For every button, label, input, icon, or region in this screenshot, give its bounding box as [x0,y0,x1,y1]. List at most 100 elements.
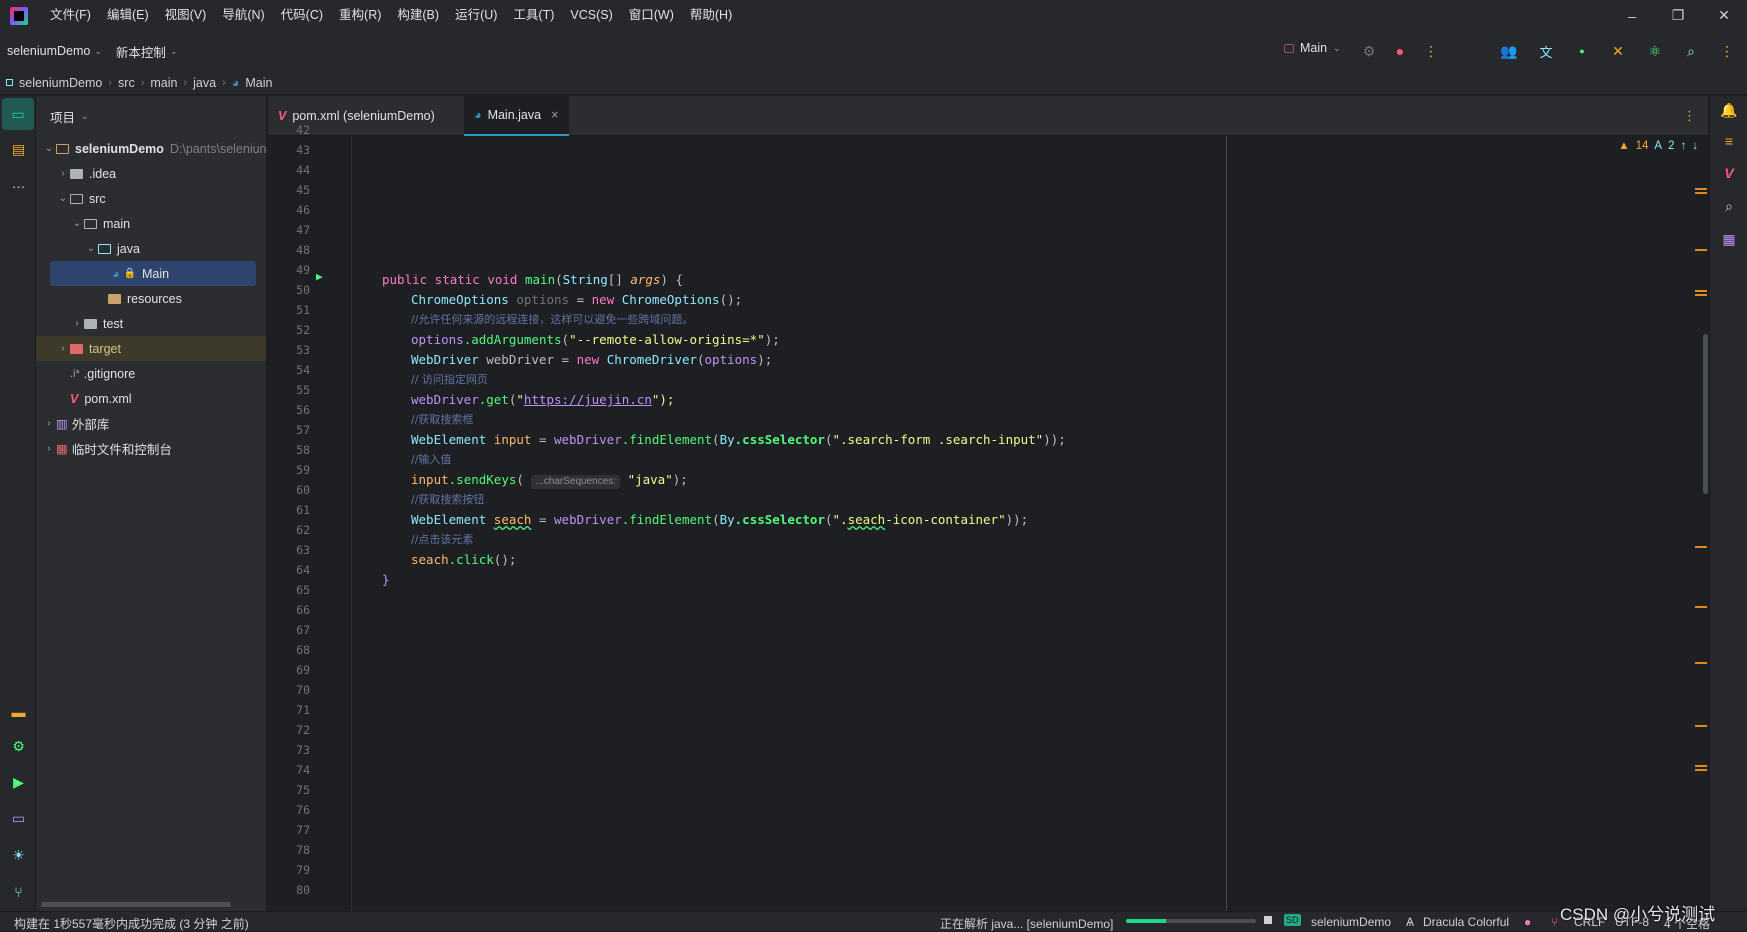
more-tools-icon[interactable]: … [9,173,28,192]
menu-navigate[interactable]: 导航(N) [214,0,272,31]
menu-view[interactable]: 视图(V) [157,0,215,31]
tree-item-idea[interactable]: › .idea [36,161,266,186]
project-tool-icon[interactable]: ▭ [2,98,34,130]
tab-main-java[interactable]: ◕ Main.java × [464,96,569,136]
tree-item-scratches[interactable]: › ▦ 临时文件和控制台 [36,436,266,461]
project-icon [6,79,13,86]
menu-help[interactable]: 帮助(H) [682,0,740,31]
more-tabs-icon[interactable]: ⋮ [1683,108,1696,124]
menu-code[interactable]: 代码(C) [273,0,331,31]
run-tool-icon[interactable]: ▶ [9,773,28,792]
bookmarks-icon[interactable]: ▬ [9,702,28,721]
notifications-icon[interactable]: 🔔 [1720,101,1738,119]
line-number: 49 [296,263,310,277]
build-status[interactable]: 构建在 1秒557毫秒内成功完成 (3 分钟 之前) [14,915,249,932]
project-selector[interactable]: seleniumDemo ⌄ [7,44,102,58]
maven-tool-icon[interactable]: V [1720,164,1738,182]
search-icon[interactable]: ⌕ [1682,42,1700,60]
warning-marker[interactable] [1695,192,1707,194]
warning-marker[interactable] [1695,765,1707,767]
structure-tool-icon[interactable]: ▤ [9,140,28,159]
variable: options [411,332,464,347]
menu-run[interactable]: 运行(U) [447,0,505,31]
line-number: 59 [296,463,310,477]
restore-icon[interactable]: ❐ [1655,0,1701,31]
problems-icon[interactable]: ☀ [9,846,28,865]
type-name: WebElement [411,512,487,527]
terminal-icon[interactable]: ▭ [9,809,28,828]
tree-item-test[interactable]: › test [36,311,266,336]
project-name[interactable]: seleniumDemo [1311,915,1391,929]
status-dot-icon[interactable]: ● [1573,42,1591,60]
cancel-icon[interactable] [1264,916,1272,924]
url-link[interactable]: https://juejin.cn [524,392,652,407]
code-line-50: ChromeOptions options = new ChromeOption… [411,290,742,310]
line-number: 42 [296,123,310,137]
tree-item-target[interactable]: › target [36,336,266,361]
tree-item-project-root[interactable]: ⌄ seleniumDemo D:\pants\seleniun [36,136,266,161]
inspect-icon[interactable]: ⌕ [1720,197,1738,215]
vcs-selector[interactable]: 新本控制 ⌄ [116,42,178,61]
menu-window[interactable]: 窗口(W) [621,0,682,31]
folder-icon [70,168,83,179]
project-panel-header[interactable]: 项目 ⌄ [36,96,266,136]
menu-build[interactable]: 构建(B) [389,0,447,31]
warning-marker[interactable] [1695,188,1707,190]
breadcrumb-item[interactable]: Main [245,76,272,90]
warning-marker[interactable] [1695,662,1707,664]
minimize-icon[interactable]: – [1609,0,1655,31]
horizontal-scrollbar[interactable] [41,902,231,907]
services-icon[interactable]: ⚙ [9,737,28,756]
atom-icon[interactable]: ⚛ [1646,42,1664,60]
warning-marker[interactable] [1695,294,1707,296]
project-selector-label: seleniumDemo [7,44,91,58]
menu-bar: 文件(F) 编辑(E) 视图(V) 导航(N) 代码(C) 重构(R) 构建(B… [0,0,1747,31]
method-name: .sendKeys [448,472,517,487]
git-branch-icon[interactable]: ⑂ [1551,915,1558,929]
chevron-right-icon: › [108,76,113,89]
theme-name[interactable]: Dracula Colorful [1423,915,1509,929]
warning-marker[interactable] [1695,290,1707,292]
more-actions-icon[interactable]: ⋮ [1422,42,1440,60]
chevron-right-icon: › [61,343,65,354]
inspection-widget[interactable]: ▲ 14 A 2 ↑ ↓ [1618,140,1698,152]
tools-icon[interactable]: ✕ [1609,42,1627,60]
translate-icon[interactable]: 文 [1537,42,1555,60]
tree-item-resources[interactable]: resources [36,286,266,311]
breadcrumb-item[interactable]: src [118,76,135,90]
breadcrumb-item[interactable]: java [193,76,216,90]
prev-problem-icon[interactable]: ↑ [1681,140,1687,152]
menu-tools[interactable]: 工具(T) [505,0,562,31]
close-window-icon[interactable]: ✕ [1701,0,1747,31]
breadcrumb-item[interactable]: seleniumDemo [19,76,102,90]
database-icon[interactable]: ≡ [1720,132,1738,150]
warning-marker[interactable] [1695,249,1707,251]
tree-item-main-class[interactable]: ◕ 🔒 Main [50,261,256,286]
table-icon[interactable]: ▦ [1720,230,1738,248]
run-gutter-icon[interactable]: ▶ [316,270,323,283]
string-literal: -icon-container" [885,512,1006,527]
git-icon[interactable]: ⑂ [9,882,28,901]
tree-item-external-libs[interactable]: › ▥ 外部库 [36,411,266,436]
menu-file[interactable]: 文件(F) [42,0,99,31]
warning-marker[interactable] [1695,606,1707,608]
settings-icon[interactable]: ⋮ [1718,42,1736,60]
warning-marker[interactable] [1695,769,1707,771]
tree-item-pom[interactable]: V pom.xml [36,386,266,411]
run-config-selector[interactable]: Main ⌄ [1284,41,1341,55]
menu-vcs[interactable]: VCS(S) [562,0,620,31]
stop-record-icon[interactable]: ● [1391,42,1409,60]
close-icon[interactable]: × [551,108,558,122]
warning-marker[interactable] [1695,725,1707,727]
code-editor[interactable]: 42 43 44 45 46 47 48 49 50 51 52 53 54 55 56 57 58 59 60 61… [268,123,1708,911]
menu-refactor[interactable]: 重构(R) [331,0,389,31]
tree-item-gitignore[interactable]: .i* .gitignore [36,361,266,386]
tree-item-src[interactable]: ⌄ src [36,186,266,211]
warning-marker[interactable] [1695,546,1707,548]
menu-edit[interactable]: 编辑(E) [99,0,157,31]
tree-item-main[interactable]: ⌄ main [36,211,266,236]
debug-build-icon[interactable]: ⚙ [1360,42,1378,60]
breadcrumb-item[interactable]: main [150,76,177,90]
users-icon[interactable]: 👥 [1500,42,1518,60]
tree-item-java[interactable]: ⌄ java [36,236,266,261]
